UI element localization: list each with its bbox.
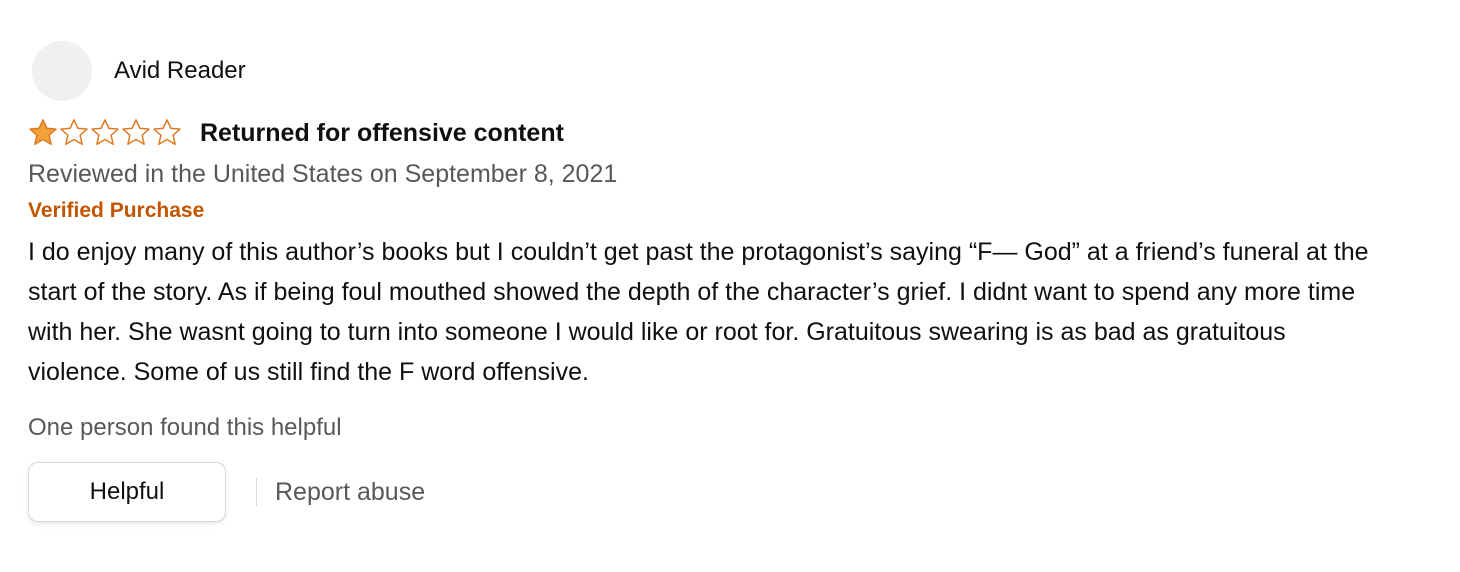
customer-review: Avid Reader Returned for offensive conte… <box>28 40 1428 522</box>
star-outline-icon <box>91 119 119 145</box>
star-rating[interactable] <box>28 118 182 148</box>
review-actions: Helpful Report abuse <box>28 462 1428 522</box>
helpful-button[interactable]: Helpful <box>28 462 226 522</box>
helpful-count: One person found this helpful <box>28 414 342 441</box>
star-outline-icon <box>122 119 150 145</box>
reviewer-name[interactable]: Avid Reader <box>114 57 246 85</box>
review-date: Reviewed in the United States on Septemb… <box>28 160 618 188</box>
star-filled-icon <box>29 119 57 145</box>
action-divider <box>256 478 257 506</box>
reviewer-profile[interactable]: Avid Reader <box>28 40 1428 102</box>
report-abuse-link[interactable]: Report abuse <box>275 478 425 507</box>
star-outline-icon <box>60 119 88 145</box>
star-outline-icon <box>153 119 181 145</box>
review-title-row: Returned for offensive content <box>28 116 1428 150</box>
review-body: I do enjoy many of this author’s books b… <box>28 238 1369 386</box>
review-title[interactable]: Returned for offensive content <box>200 119 564 148</box>
verified-purchase-badge: Verified Purchase <box>28 199 205 222</box>
avatar[interactable] <box>32 41 92 101</box>
